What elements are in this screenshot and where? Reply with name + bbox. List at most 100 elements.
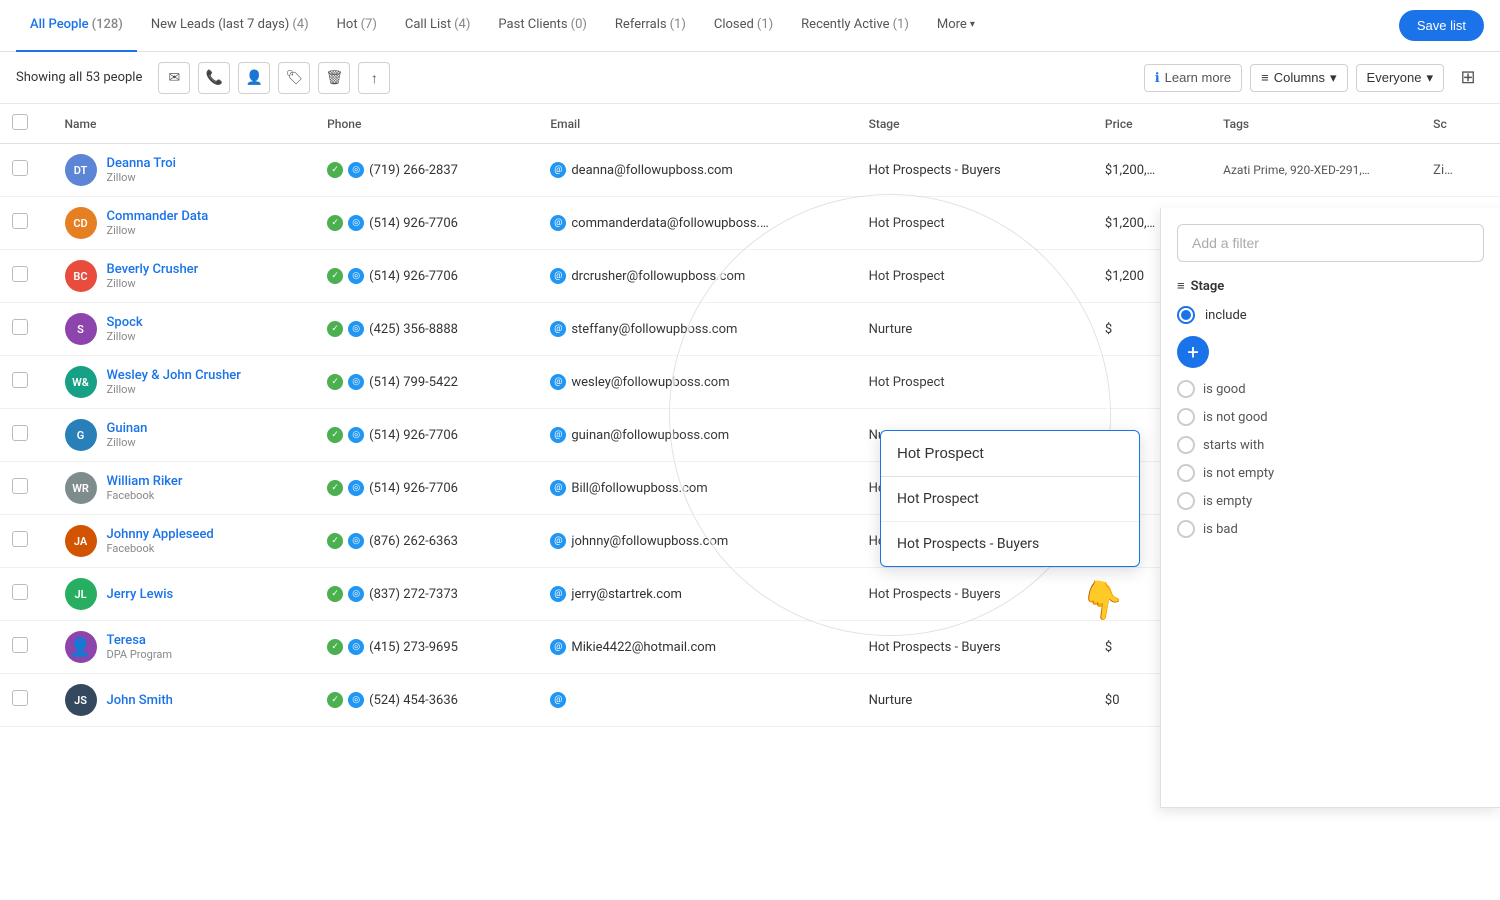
export-button[interactable]: ↑ — [358, 62, 390, 94]
save-list-button[interactable]: Save list — [1399, 10, 1484, 41]
phone-blue-icon: ◎ — [348, 215, 364, 231]
row-checkbox[interactable] — [12, 319, 28, 335]
tab-label: Call List — [405, 17, 451, 32]
tab-call-list[interactable]: Call List (4) — [391, 0, 485, 52]
tab-all-people[interactable]: All People (128) — [16, 0, 137, 52]
email-address[interactable]: Bill@followupboss.com — [571, 481, 707, 496]
row-checkbox[interactable] — [12, 160, 28, 176]
tab-closed[interactable]: Closed (1) — [700, 0, 787, 52]
phone-number[interactable]: (719) 266-2837 — [369, 163, 458, 178]
radio-is-not-empty[interactable] — [1177, 464, 1195, 482]
phone-number[interactable]: (514) 926-7706 — [369, 428, 458, 443]
columns-icon: ≡ — [1261, 70, 1269, 85]
person-name[interactable]: Beverly Crusher — [107, 262, 199, 277]
row-checkbox[interactable] — [12, 637, 28, 653]
email-address[interactable]: drcrusher@followupboss.com — [571, 269, 745, 284]
columns-button[interactable]: ≡ Columns ▾ — [1250, 64, 1347, 92]
stage-filter-option-is-not-good: is not good — [1203, 410, 1268, 425]
row-checkbox[interactable] — [12, 372, 28, 388]
radio-is-empty[interactable] — [1177, 492, 1195, 510]
email-address[interactable]: wesley@followupboss.com — [571, 375, 729, 390]
email-address[interactable]: jerry@startrek.com — [571, 587, 682, 602]
person-name[interactable]: Jerry Lewis — [107, 587, 174, 602]
phone-number[interactable]: (415) 273-9695 — [369, 640, 458, 655]
row-checkbox[interactable] — [12, 478, 28, 494]
phone-blue-icon: ◎ — [348, 162, 364, 178]
filter-panel: ≡ Stage include + is good is not good — [1160, 208, 1500, 808]
email-cell: @ steffany@followupboss.com — [550, 321, 844, 337]
phone-green-icon: ✓ — [327, 268, 343, 284]
chevron-down-icon: ▾ — [1426, 70, 1433, 86]
add-person-icon: 👤 — [246, 69, 263, 86]
email-address[interactable]: steffany@followupboss.com — [571, 322, 737, 337]
phone-number[interactable]: (524) 454-3636 — [369, 693, 458, 708]
phone-number[interactable]: (425) 356-8888 — [369, 322, 458, 337]
person-name[interactable]: Spock — [107, 315, 143, 330]
person-name[interactable]: Teresa — [107, 633, 172, 648]
person-name[interactable]: Guinan — [107, 421, 148, 436]
tab-hot[interactable]: Hot (7) — [323, 0, 391, 52]
hot-prospect-option-2[interactable]: Hot Prospects - Buyers — [881, 522, 1139, 566]
phone-blue-icon: ◎ — [348, 427, 364, 443]
person-name[interactable]: Deanna Troi — [107, 156, 176, 171]
person-name[interactable]: John Smith — [107, 693, 173, 708]
avatar: BC — [65, 260, 97, 292]
phone-number[interactable]: (837) 272-7373 — [369, 587, 458, 602]
phone-number[interactable]: (514) 926-7706 — [369, 481, 458, 496]
phone-number[interactable]: (876) 262-6363 — [369, 534, 458, 549]
tab-new-leads[interactable]: New Leads (last 7 days) (4) — [137, 0, 323, 52]
row-checkbox[interactable] — [12, 584, 28, 600]
email-cell: @ deanna@followupboss.com — [550, 162, 844, 178]
tab-count: (4) — [454, 17, 470, 32]
phone-number[interactable]: (514) 799-5422 — [369, 375, 458, 390]
person-name[interactable]: Wesley & John Crusher — [107, 368, 241, 383]
phone-green-icon: ✓ — [327, 162, 343, 178]
tab-more[interactable]: More ▾ — [923, 0, 989, 52]
filter-option-include[interactable]: include — [1177, 306, 1484, 324]
radio-is-good[interactable] — [1177, 380, 1195, 398]
row-checkbox[interactable] — [12, 425, 28, 441]
filter-search-input[interactable] — [1177, 224, 1484, 262]
filter-button[interactable]: ⊞ — [1452, 62, 1484, 94]
tab-recently-active[interactable]: Recently Active (1) — [787, 0, 923, 52]
tag-button[interactable]: 🏷 — [278, 62, 310, 94]
radio-is-not-good[interactable] — [1177, 408, 1195, 426]
add-person-button[interactable]: 👤 — [238, 62, 270, 94]
price-value: $ — [1105, 640, 1112, 655]
email-action-button[interactable]: ✉ — [158, 62, 190, 94]
row-checkbox[interactable] — [12, 690, 28, 706]
person-source: Zillow — [107, 436, 148, 449]
radio-include[interactable] — [1177, 306, 1195, 324]
email-address[interactable]: guinan@followupboss.com — [571, 428, 729, 443]
col-header-sc: Sc — [1421, 104, 1500, 144]
select-all-checkbox[interactable] — [12, 114, 28, 130]
tag-icon: 🏷 — [285, 69, 303, 86]
person-name[interactable]: William Riker — [107, 474, 183, 489]
everyone-button[interactable]: Everyone ▾ — [1356, 64, 1444, 92]
row-checkbox[interactable] — [12, 266, 28, 282]
tab-referrals[interactable]: Referrals (1) — [601, 0, 700, 52]
phone-number[interactable]: (514) 926-7706 — [369, 216, 458, 231]
hot-prospect-option-1[interactable]: Hot Prospect — [881, 477, 1139, 522]
email-address[interactable]: Mikie4422@hotmail.com — [571, 640, 716, 655]
tab-past-clients[interactable]: Past Clients (0) — [484, 0, 601, 52]
person-name[interactable]: Johnny Appleseed — [107, 527, 214, 542]
columns-label: Columns — [1274, 70, 1325, 85]
row-checkbox[interactable] — [12, 531, 28, 547]
radio-is-bad[interactable] — [1177, 520, 1195, 538]
phone-action-button[interactable]: 📞 — [198, 62, 230, 94]
learn-more-button[interactable]: ℹ Learn more — [1144, 64, 1242, 92]
email-address[interactable]: johnny@followupboss.com — [571, 534, 728, 549]
col-header-price: Price — [1093, 104, 1211, 144]
email-address[interactable]: commanderdata@followupboss.… — [571, 216, 768, 231]
email-address[interactable]: deanna@followupboss.com — [571, 163, 732, 178]
stage-filter-row-isempty: is empty — [1177, 492, 1484, 510]
row-checkbox[interactable] — [12, 213, 28, 229]
radio-starts-with[interactable] — [1177, 436, 1195, 454]
email-cell: @ drcrusher@followupboss.com — [550, 268, 844, 284]
add-filter-plus-button[interactable]: + — [1177, 336, 1209, 368]
person-name[interactable]: Commander Data — [107, 209, 209, 224]
hot-prospect-search-input[interactable] — [881, 431, 1139, 477]
phone-number[interactable]: (514) 926-7706 — [369, 269, 458, 284]
delete-button[interactable]: 🗑 — [318, 62, 350, 94]
